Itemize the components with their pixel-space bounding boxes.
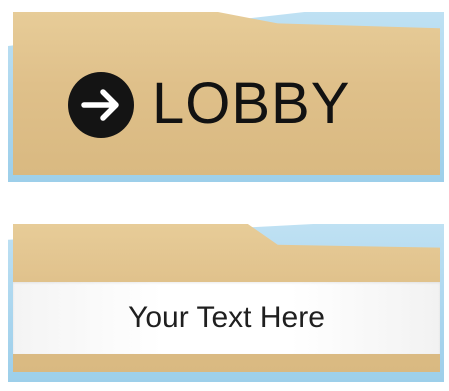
- arrow-right-circle-icon: [68, 72, 134, 138]
- sign-placeholder-text: Your Text Here: [128, 301, 325, 334]
- sign-label: LOBBY: [152, 71, 351, 136]
- lobby-sign: LOBBY: [0, 0, 449, 190]
- custom-text-sign: Your Text Here: [0, 212, 449, 391]
